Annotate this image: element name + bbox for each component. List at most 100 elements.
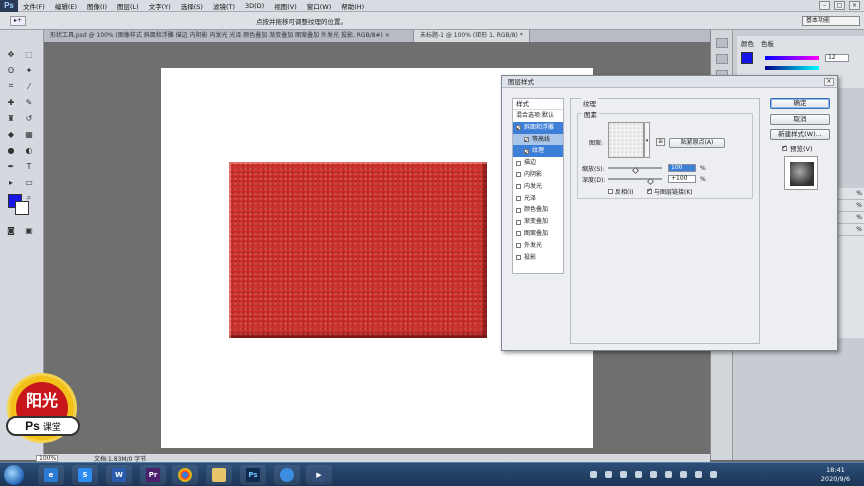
menu-filter[interactable]: 滤镜(T)	[208, 1, 240, 11]
close-icon[interactable]: ×	[849, 1, 860, 10]
tray-lang-icon[interactable]	[605, 471, 612, 478]
pattern-dropdown-icon[interactable]: ▾	[644, 122, 650, 158]
tab-shape-tools[interactable]: 形状工具.psd @ 100% (图像样式 斜面和浮雕 描边 内阴影 内发光 光…	[44, 30, 414, 42]
style-item-contour[interactable]: 等高线	[513, 133, 563, 147]
screen-mode-icon[interactable]: ▣	[22, 224, 36, 236]
taskbar-photoshop-icon[interactable]: Ps	[240, 465, 266, 485]
maximize-icon[interactable]: □	[834, 1, 845, 10]
checkbox-icon[interactable]	[516, 219, 521, 225]
taskbar-word-icon[interactable]: W	[106, 465, 132, 485]
taskbar-video-icon[interactable]: ▶	[306, 465, 332, 485]
magic-wand-icon[interactable]: ✦	[22, 64, 36, 76]
checkbox-icon[interactable]	[516, 160, 521, 166]
depth-input[interactable]: +100	[668, 175, 696, 183]
link-with-layer-checkbox[interactable]: 与图层链接(K)	[647, 187, 693, 196]
style-item-inner-shadow[interactable]: 内阴影	[513, 169, 563, 181]
tray-keyboard-icon[interactable]	[650, 471, 657, 478]
style-item-inner-glow[interactable]: 内发光	[513, 181, 563, 193]
menu-layer[interactable]: 图层(L)	[112, 1, 144, 11]
style-item-texture[interactable]: 纹理	[513, 145, 563, 159]
start-button-icon[interactable]	[4, 465, 24, 485]
checkbox-icon[interactable]	[524, 135, 529, 147]
tray-flag-icon[interactable]	[710, 471, 717, 478]
eyedropper-icon[interactable]: ⁄	[22, 80, 36, 92]
move-tool-preset-icon[interactable]: ▸+	[10, 15, 26, 26]
history-brush-icon[interactable]: ↺	[22, 112, 36, 124]
taskbar-clock[interactable]: 18:41 2020/9/6	[821, 466, 850, 484]
scale-input[interactable]: 100	[668, 164, 696, 172]
tray-sogou-icon[interactable]	[590, 471, 597, 478]
checkbox-icon[interactable]	[516, 195, 521, 201]
checkbox-icon[interactable]	[516, 207, 521, 213]
menu-3d[interactable]: 3D(D)	[240, 2, 269, 10]
clone-stamp-icon[interactable]: ♜	[4, 112, 18, 124]
brush-tool-icon[interactable]: ✎	[22, 96, 36, 108]
style-item-stroke[interactable]: 描边	[513, 157, 563, 169]
cancel-button[interactable]: 取消	[770, 114, 830, 125]
taskbar-chrome-icon[interactable]	[172, 465, 198, 485]
checkbox-icon[interactable]	[516, 254, 521, 260]
panel-actions-icon[interactable]	[716, 54, 728, 64]
tab-color[interactable]: 颜色	[741, 38, 754, 48]
blend-options-item[interactable]: 混合选项:默认	[513, 110, 563, 122]
taskbar-premiere-icon[interactable]: Pr	[140, 465, 166, 485]
crop-tool-icon[interactable]: ⌗	[4, 80, 18, 92]
tray-settings-icon[interactable]	[665, 471, 672, 478]
type-tool-icon[interactable]: T	[22, 160, 36, 172]
menu-view[interactable]: 视图(V)	[269, 1, 302, 11]
taskbar-explorer-icon[interactable]	[206, 465, 232, 485]
taskbar-media-icon[interactable]	[274, 465, 300, 485]
taskbar-sogou-icon[interactable]: S	[72, 465, 98, 485]
style-item-gradient-overlay[interactable]: 渐变叠加	[513, 216, 563, 228]
path-select-icon[interactable]: ▸	[4, 176, 18, 188]
checkbox-icon[interactable]	[608, 189, 613, 194]
taskbar-ie-icon[interactable]: e	[38, 465, 64, 485]
checkbox-icon[interactable]	[516, 123, 521, 135]
rectangle-tool-icon[interactable]: ▭	[22, 176, 36, 188]
gradient-tool-icon[interactable]: ▦	[22, 128, 36, 140]
preview-checkbox[interactable]: 预览(V)	[782, 143, 813, 153]
blur-tool-icon[interactable]: ●	[4, 144, 18, 156]
menu-window[interactable]: 窗口(W)	[302, 1, 337, 11]
red-value-field[interactable]: 12	[825, 54, 849, 62]
move-tool-icon[interactable]: ✥	[4, 48, 18, 60]
checkbox-icon[interactable]	[524, 147, 529, 159]
menu-select[interactable]: 选择(S)	[176, 1, 208, 11]
style-item-outer-glow[interactable]: 外发光	[513, 240, 563, 252]
style-item-pattern-overlay[interactable]: 图案叠加	[513, 228, 563, 240]
snap-to-origin-button[interactable]: 贴紧原点(A)	[669, 138, 725, 148]
pattern-picker[interactable]	[608, 122, 644, 158]
tray-network-icon[interactable]	[680, 471, 687, 478]
red-slider[interactable]	[765, 56, 819, 60]
tab-untitled-1[interactable]: 未标题-1 @ 100% (矩形 1, RGB/8) *	[414, 30, 530, 42]
new-preset-icon[interactable]: ⊞	[656, 138, 665, 146]
tab-swatches[interactable]: 色板	[761, 38, 774, 48]
marquee-tool-icon[interactable]: ⬚	[22, 48, 36, 60]
quick-mask-icon[interactable]: ◙	[4, 224, 18, 236]
checkbox-icon[interactable]	[782, 144, 787, 151]
checkbox-icon[interactable]	[647, 187, 652, 194]
eraser-icon[interactable]: ◆	[4, 128, 18, 140]
dialog-close-icon[interactable]: ×	[824, 78, 834, 86]
dodge-tool-icon[interactable]: ◐	[22, 144, 36, 156]
style-item-bevel-emboss[interactable]: 斜面和浮雕	[513, 121, 563, 135]
checkbox-icon[interactable]	[516, 172, 521, 178]
menu-file[interactable]: 文件(F)	[18, 1, 50, 11]
menu-image[interactable]: 图像(I)	[82, 1, 112, 11]
color-panel-foreground[interactable]	[741, 52, 753, 64]
background-color-swatch[interactable]	[15, 201, 29, 215]
menu-help[interactable]: 帮助(H)	[336, 1, 369, 11]
workspace-select[interactable]: 基本功能	[802, 15, 860, 26]
green-slider[interactable]	[765, 66, 819, 70]
minimize-icon[interactable]: –	[819, 1, 830, 10]
lasso-tool-icon[interactable]: ʘ	[4, 64, 18, 76]
style-item-drop-shadow[interactable]: 投影	[513, 252, 563, 264]
checkbox-icon[interactable]	[516, 184, 521, 190]
pen-tool-icon[interactable]: ✒	[4, 160, 18, 172]
styles-header[interactable]: 样式	[513, 99, 563, 110]
tray-emoji-icon[interactable]	[620, 471, 627, 478]
invert-checkbox[interactable]: 反相(I)	[608, 187, 633, 196]
new-style-button[interactable]: 新建样式(W)...	[770, 129, 830, 140]
textured-red-rectangle[interactable]	[229, 162, 487, 338]
depth-slider-track[interactable]	[608, 178, 662, 180]
